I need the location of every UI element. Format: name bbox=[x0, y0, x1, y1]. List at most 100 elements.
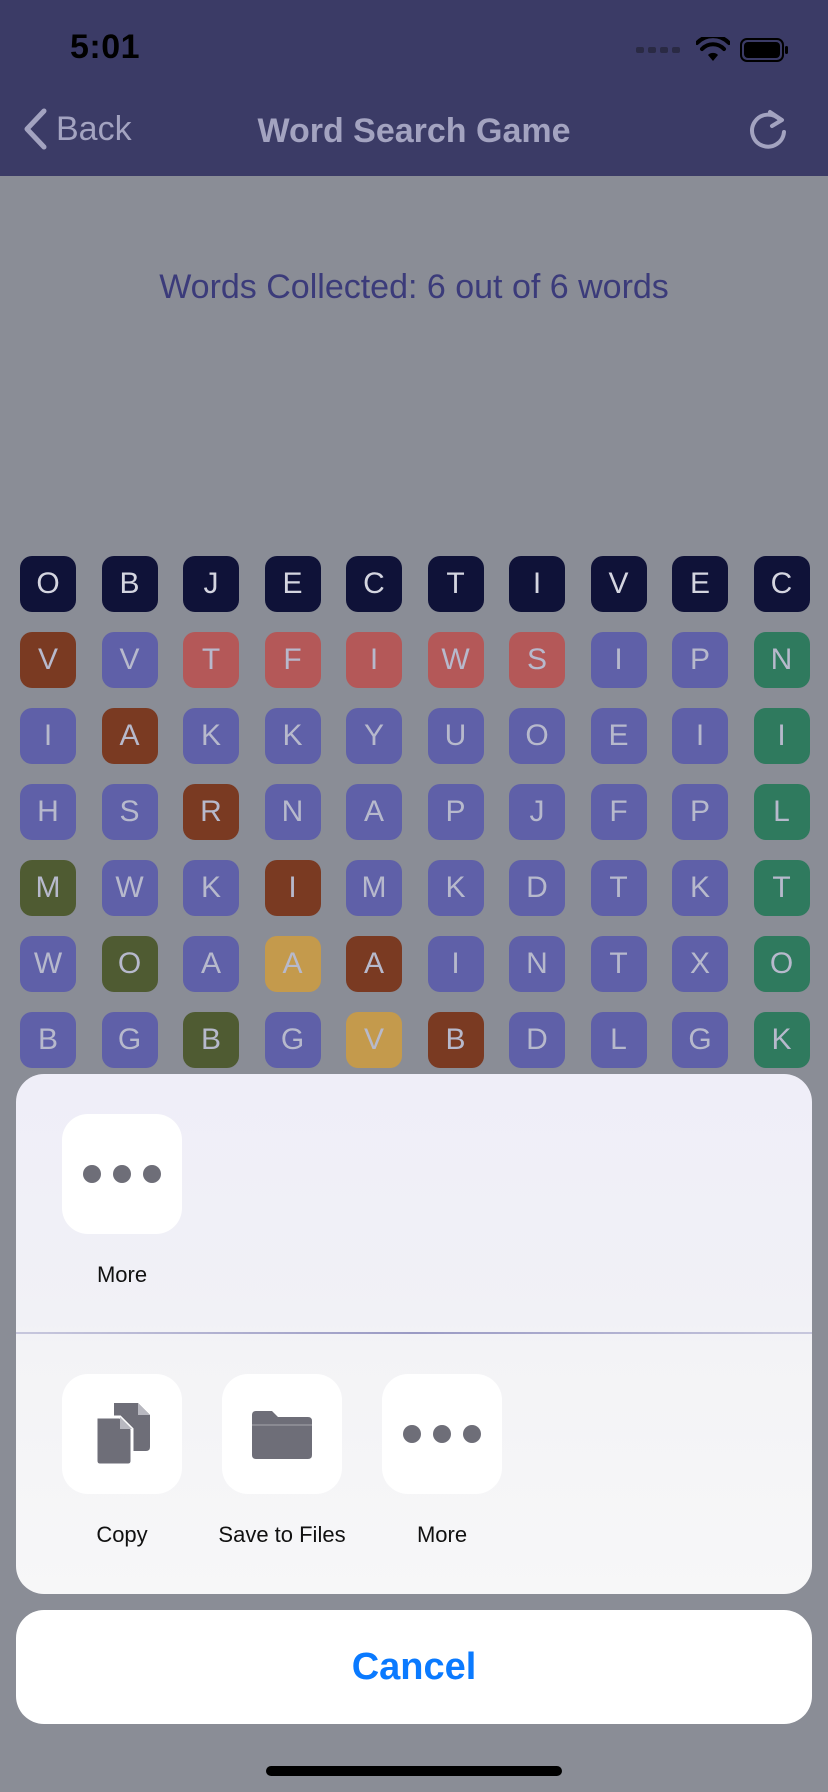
letter-cell[interactable]: M bbox=[20, 860, 76, 916]
copy-button[interactable]: Copy bbox=[42, 1374, 202, 1548]
letter-cell[interactable]: V bbox=[101, 632, 158, 688]
words-collected-label: Words Collected: 6 out of 6 words bbox=[159, 268, 669, 306]
share-more-button[interactable]: More bbox=[362, 1374, 522, 1548]
letter-cell[interactable]: I bbox=[672, 708, 728, 764]
letter-cell[interactable]: F bbox=[264, 632, 321, 688]
letter-cell[interactable]: X bbox=[672, 936, 728, 992]
folder-icon bbox=[222, 1374, 342, 1494]
letter-cell[interactable]: S bbox=[101, 784, 158, 840]
letter-cell[interactable]: I bbox=[427, 936, 484, 992]
letter-cell[interactable]: F bbox=[590, 784, 647, 840]
action-label: More bbox=[96, 1262, 148, 1287]
letter-cell[interactable]: E bbox=[590, 708, 647, 764]
letter-cell[interactable]: W bbox=[20, 936, 76, 992]
letter-cell[interactable]: E bbox=[264, 556, 321, 612]
letter-cell[interactable]: A bbox=[346, 784, 402, 840]
letter-cell[interactable]: K bbox=[427, 860, 484, 916]
letter-cell[interactable]: P bbox=[672, 632, 728, 688]
refresh-icon bbox=[750, 110, 786, 149]
letter-cell[interactable]: O bbox=[20, 556, 76, 612]
letter-cell[interactable]: C bbox=[753, 556, 810, 612]
letter-cell[interactable]: W bbox=[427, 632, 484, 688]
letter-cell[interactable]: B bbox=[101, 556, 158, 612]
letter-cell[interactable]: K bbox=[183, 708, 239, 764]
letter-cell[interactable]: A bbox=[346, 936, 402, 992]
letter-cell[interactable]: N bbox=[264, 784, 321, 840]
cancel-button[interactable]: Cancel bbox=[16, 1610, 812, 1724]
letter-cell[interactable]: I bbox=[20, 708, 76, 764]
letter-cell[interactable]: M bbox=[346, 860, 402, 916]
letter-cell[interactable]: A bbox=[183, 936, 239, 992]
page-title: Word Search Game bbox=[257, 112, 571, 150]
battery-icon bbox=[740, 38, 788, 62]
letter-cell[interactable]: Y bbox=[346, 708, 402, 764]
letter-cell[interactable]: T bbox=[590, 936, 647, 992]
save-to-files-button[interactable]: Save to Files bbox=[202, 1374, 362, 1548]
letter-cell[interactable]: P bbox=[427, 784, 484, 840]
letter-cell[interactable]: U bbox=[427, 708, 484, 764]
letter-cell[interactable]: R bbox=[183, 784, 239, 840]
signal-icon bbox=[636, 47, 680, 53]
letter-cell[interactable]: G bbox=[264, 1012, 321, 1068]
grid-row: BGBGVBDLGK bbox=[20, 1012, 810, 1068]
letter-cell[interactable]: E bbox=[672, 556, 728, 612]
letter-cell[interactable]: N bbox=[509, 936, 565, 992]
share-sheet: More Copy Save to Files More bbox=[16, 1074, 812, 1594]
action-label: Save to Files bbox=[218, 1522, 346, 1547]
letter-cell[interactable]: D bbox=[509, 860, 565, 916]
letter-cell[interactable]: I bbox=[753, 708, 810, 764]
letter-cell[interactable]: N bbox=[753, 632, 810, 688]
home-indicator bbox=[266, 1766, 562, 1776]
letter-cell[interactable]: T bbox=[590, 860, 647, 916]
letter-cell[interactable]: J bbox=[183, 556, 239, 612]
share-more-button-top[interactable]: More bbox=[42, 1114, 202, 1288]
copy-icon bbox=[62, 1374, 182, 1494]
letter-cell[interactable]: K bbox=[264, 708, 321, 764]
letter-cell[interactable]: W bbox=[101, 860, 158, 916]
share-sheet-top-row: More bbox=[16, 1074, 812, 1333]
letter-grid: OBJECTIVECVVTFIWSIPNIAKKYUOEIIHSRNAPJFPL… bbox=[20, 556, 810, 1088]
refresh-button[interactable] bbox=[746, 108, 790, 152]
letter-cell[interactable]: O bbox=[509, 708, 565, 764]
letter-cell[interactable]: O bbox=[101, 936, 158, 992]
grid-row: MWKIMKDTKT bbox=[20, 860, 810, 916]
grid-row: HSRNAPJFPL bbox=[20, 784, 810, 840]
letter-cell[interactable]: C bbox=[346, 556, 402, 612]
status-time: 5:01 bbox=[70, 28, 141, 66]
letter-cell[interactable]: V bbox=[346, 1012, 402, 1068]
letter-cell[interactable]: A bbox=[264, 936, 321, 992]
letter-cell[interactable]: T bbox=[753, 860, 810, 916]
letter-cell[interactable]: I bbox=[590, 632, 647, 688]
letter-cell[interactable]: H bbox=[20, 784, 76, 840]
letter-cell[interactable]: B bbox=[183, 1012, 239, 1068]
letter-cell[interactable]: I bbox=[346, 632, 402, 688]
letter-cell[interactable]: A bbox=[101, 708, 158, 764]
letter-cell[interactable]: T bbox=[183, 632, 239, 688]
letter-cell[interactable]: V bbox=[20, 632, 76, 688]
letter-cell[interactable]: K bbox=[672, 860, 728, 916]
letter-cell[interactable]: G bbox=[101, 1012, 158, 1068]
share-sheet-action-row: Copy Save to Files More bbox=[16, 1334, 812, 1594]
letter-cell[interactable]: L bbox=[590, 1012, 647, 1068]
action-label: Copy bbox=[96, 1522, 148, 1547]
letter-cell[interactable]: T bbox=[427, 556, 484, 612]
letter-cell[interactable]: O bbox=[753, 936, 810, 992]
letter-cell[interactable]: K bbox=[753, 1012, 810, 1068]
status-indicators bbox=[636, 36, 790, 64]
navigation-bar: 5:01 Back Word Search Game bbox=[0, 0, 828, 176]
letter-cell[interactable]: I bbox=[509, 556, 565, 612]
letter-cell[interactable]: I bbox=[264, 860, 321, 916]
letter-cell[interactable]: G bbox=[672, 1012, 728, 1068]
letter-cell[interactable]: D bbox=[509, 1012, 565, 1068]
letter-cell[interactable]: V bbox=[590, 556, 647, 612]
letter-cell[interactable]: P bbox=[672, 784, 728, 840]
wifi-icon bbox=[696, 37, 730, 61]
letter-cell[interactable]: J bbox=[509, 784, 565, 840]
letter-cell[interactable]: S bbox=[509, 632, 565, 688]
letter-cell[interactable]: L bbox=[753, 784, 810, 840]
letter-cell[interactable]: K bbox=[183, 860, 239, 916]
letter-cell[interactable]: B bbox=[20, 1012, 76, 1068]
grid-row: IAKKYUOEII bbox=[20, 708, 810, 764]
letter-cell[interactable]: B bbox=[427, 1012, 484, 1068]
grid-row: WOAAAINTXO bbox=[20, 936, 810, 992]
